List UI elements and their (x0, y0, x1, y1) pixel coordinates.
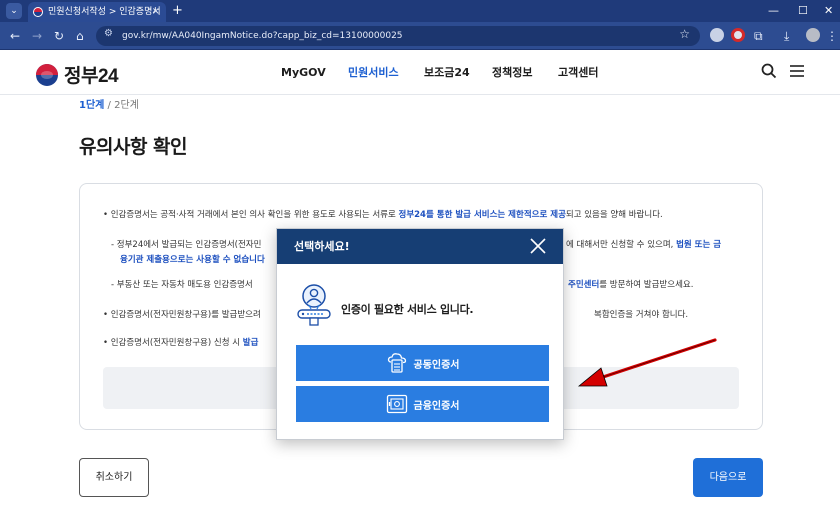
site-header: 정부24 MyGOV 민원서비스 보조금24 정책정보 고객센터 (0, 51, 840, 95)
address-url[interactable]: gov.kr/mw/AA040IngamNotice.do?capp_biz_c… (122, 26, 403, 46)
search-icon[interactable] (761, 63, 777, 83)
nav-policy[interactable]: 정책정보 (492, 51, 532, 95)
notice-text: - 부동산 또는 자동차 매도용 인감증명서 (111, 280, 253, 290)
notice-line-2: - 정부24에서 발급되는 인감증명서(전자민 (111, 239, 261, 251)
safe-box-icon (386, 394, 408, 414)
download-icon[interactable]: ⤓ (784, 28, 789, 44)
hamburger-menu-icon[interactable] (789, 63, 805, 83)
step-current: 1단계 (79, 100, 105, 111)
taegeuk-logo-icon (36, 63, 58, 86)
notice-highlight: 정부24를 통한 발급 서비스는 제한적으로 제공 (398, 210, 566, 220)
site-info-icon[interactable]: ⚙ (104, 28, 113, 39)
extensions-puzzle-icon[interactable]: ⧉ (754, 28, 763, 44)
user-verification-icon (297, 284, 331, 328)
notice-line-1: • 인감증명서는 공적·사적 거래에서 본인 의사 확인을 위한 용도로 사용되… (103, 209, 663, 221)
modal-title: 선택하세요! (294, 240, 350, 253)
financial-certificate-button[interactable]: 금융인증서 (296, 386, 549, 422)
notice-line-3: 융기관 제출용으로는 사용할 수 없습니다 (120, 254, 265, 266)
nav-customer-center[interactable]: 고객센터 (558, 51, 598, 95)
notice-text: 에 대해서만 신청할 수 있으며, (566, 240, 677, 250)
browser-menu-icon[interactable]: ⋮ (826, 28, 838, 44)
extension-red-icon[interactable] (731, 28, 745, 42)
notice-line-5b: 복합인증을 거쳐야 합니다. (594, 309, 688, 321)
tab-search-chevron-icon[interactable]: ⌄ (6, 3, 22, 19)
notice-highlight: 법원 또는 금 (676, 240, 722, 250)
notice-line-5: • 인감증명서(전자민원창구용)를 발급받으려 (103, 309, 261, 321)
home-icon[interactable]: ⌂ (76, 28, 84, 44)
gov-favicon-icon (33, 7, 43, 17)
annotation-arrow-icon (577, 338, 717, 387)
window-close-button[interactable]: ✕ (824, 3, 833, 19)
window-minimize-button[interactable]: — (768, 3, 779, 19)
notice-highlight: 발급 (242, 338, 259, 348)
site-logo[interactable]: 정부24 (36, 61, 119, 88)
nav-subsidy[interactable]: 보조금24 (424, 51, 470, 95)
notice-highlight: 융기관 제출용으로는 사용할 수 없습니다 (120, 255, 265, 265)
cancel-button[interactable]: 취소하기 (79, 458, 149, 497)
notice-text: • 인감증명서(전자민원창구용) 신청 시 (103, 338, 243, 348)
notice-line-4: - 부동산 또는 자동차 매도용 인감증명서 (111, 279, 253, 291)
back-arrow-icon[interactable]: ← (10, 28, 20, 44)
notice-line-4b: 주민센터를 방문하여 발급받으세요. (568, 279, 693, 291)
logo-text: 정부24 (64, 66, 119, 87)
reload-icon[interactable]: ↻ (54, 28, 64, 44)
nav-mygov[interactable]: MyGOV (281, 51, 326, 95)
browser-tabbar: ⌄ 민원신청서작성 > 인감증명서 × + — ☐ ✕ (0, 0, 840, 22)
modal-message: 인증이 필요한 서비스 입니다. (341, 303, 474, 316)
browser-tab-active[interactable]: 민원신청서작성 > 인감증명서 × (28, 2, 166, 22)
close-icon[interactable] (529, 237, 547, 255)
auth-select-modal: 선택하세요! 인증이 필요한 서비스 입니다. 공동인증서 금융인증서 (276, 228, 564, 440)
financial-certificate-label: 금융인증서 (413, 400, 460, 412)
notice-line-6: • 인감증명서(전자민원창구용) 신청 시 발급 (103, 337, 258, 349)
page-title: 유의사항 확인 (79, 136, 188, 158)
bookmark-star-icon[interactable]: ☆ (679, 27, 690, 41)
notice-text: • 인감증명서는 공적·사적 거래에서 본인 의사 확인을 위한 용도로 사용되… (103, 210, 399, 220)
notice-text: 를 방문하여 발급받으세요. (599, 280, 694, 290)
browser-toolbar: ← → ↻ ⌂ ⚙ gov.kr/mw/AA040IngamNotice.do?… (0, 22, 840, 50)
extension-icon[interactable] (710, 28, 724, 42)
forward-arrow-icon[interactable]: → (32, 28, 42, 44)
notice-text: 복합인증을 거쳐야 합니다. (594, 310, 689, 320)
next-button[interactable]: 다음으로 (693, 458, 763, 497)
notice-text: - 정부24에서 발급되는 인감증명서(전자민 (111, 240, 262, 250)
new-tab-button[interactable]: + (172, 3, 183, 19)
nav-civil-service[interactable]: 민원서비스 (348, 51, 399, 95)
step-next: 2단계 (114, 100, 139, 111)
cloud-server-icon (386, 353, 408, 373)
joint-certificate-label: 공동인증서 (413, 359, 460, 371)
step-indicator: 1단계 / 2단계 (79, 96, 139, 111)
notice-text: • 인감증명서(전자민원창구용)를 발급받으려 (103, 310, 261, 320)
tab-title: 민원신청서작성 > 인감증명서 (48, 7, 161, 17)
notice-text: 되고 있음을 양해 바랍니다. (565, 210, 663, 220)
tab-close-icon[interactable]: × (152, 2, 160, 22)
step-separator: / (104, 100, 115, 111)
address-bar[interactable]: ⚙ gov.kr/mw/AA040IngamNotice.do?capp_biz… (96, 26, 700, 46)
joint-certificate-button[interactable]: 공동인증서 (296, 345, 549, 381)
notice-line-2b: 에 대해서만 신청할 수 있으며, 법원 또는 금 (566, 239, 721, 251)
modal-header: 선택하세요! (277, 229, 563, 264)
profile-avatar[interactable] (806, 28, 820, 42)
notice-highlight: 주민센터 (568, 280, 600, 290)
window-maximize-button[interactable]: ☐ (798, 3, 808, 19)
